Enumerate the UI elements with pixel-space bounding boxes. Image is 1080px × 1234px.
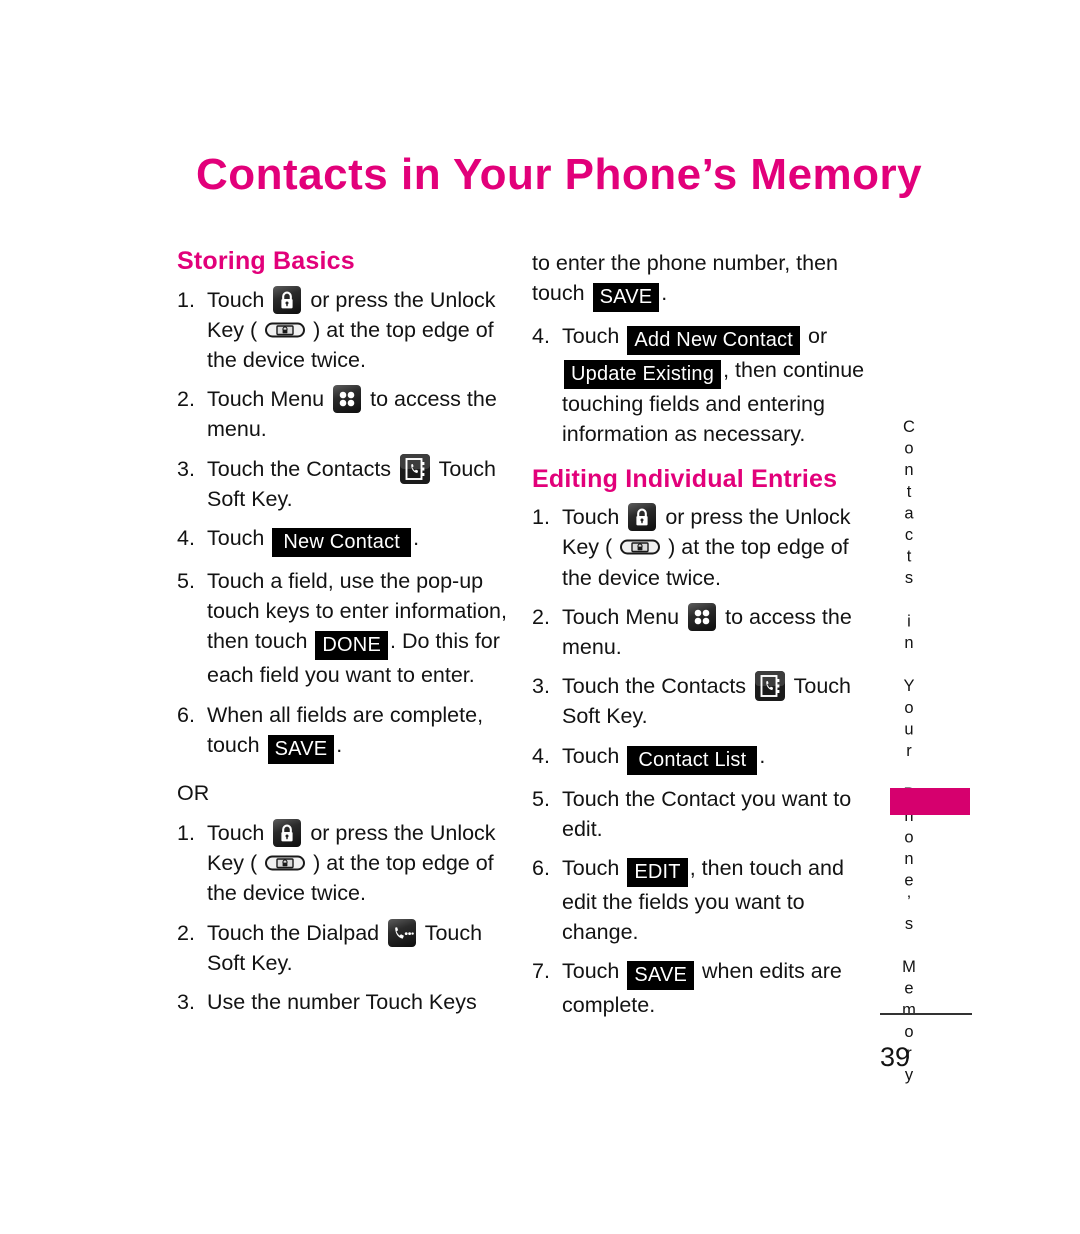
step-number: 1. bbox=[177, 287, 195, 312]
step-text: Touch the Contact you want to edit. bbox=[562, 786, 852, 841]
step-text: Touch Menu bbox=[207, 387, 325, 412]
dialpad-icon bbox=[388, 918, 417, 947]
step-item: 1. Touch or press the Unlock Key () at … bbox=[177, 818, 507, 909]
step-text: Touch the Contacts bbox=[562, 674, 747, 699]
contacts-icon bbox=[755, 671, 786, 702]
step-text: When all fields are complete, touch bbox=[207, 702, 484, 757]
key-label-update-existing[interactable]: Update Existing bbox=[564, 360, 722, 390]
step-number: 2. bbox=[177, 387, 195, 412]
menu-grid-icon bbox=[333, 385, 362, 414]
step-item: 6. When all fields are complete, touch S… bbox=[177, 700, 507, 764]
page-number: 39 bbox=[880, 1042, 911, 1072]
step-number: 3. bbox=[177, 456, 195, 481]
page-title: Contacts in Your Phone’s Memory bbox=[196, 150, 923, 199]
step-item: 7. Touch SAVE when edits are complete. bbox=[532, 956, 877, 1020]
step-text: Touch bbox=[562, 959, 620, 984]
step-item: 5. Touch a field, use the pop-up touch k… bbox=[177, 566, 507, 691]
step-item: 4. Touch New Contact. bbox=[177, 523, 507, 557]
step-item: 3. Touch the Contacts Touch Soft Key. bbox=[532, 671, 877, 731]
step-item: 6. Touch EDIT, then touch and edit the f… bbox=[532, 853, 877, 947]
step-item: 2. Touch Menu to access the menu. bbox=[532, 602, 877, 662]
step-number: 6. bbox=[532, 855, 550, 880]
step-number: 3. bbox=[177, 989, 195, 1014]
step-number: 5. bbox=[177, 568, 195, 593]
step-number: 4. bbox=[532, 324, 550, 349]
right-column: to enter the phone number, then touch SA… bbox=[532, 248, 877, 1030]
step-text: Touch bbox=[562, 324, 620, 349]
step-text: . bbox=[413, 525, 420, 550]
key-label-contact-list[interactable]: Contact List bbox=[627, 745, 758, 775]
step-item: 1. Touch or press the Unlock Key () at … bbox=[532, 502, 877, 593]
step-text: Use the number Touch Keys bbox=[207, 989, 477, 1014]
menu-grid-icon bbox=[688, 602, 717, 631]
contacts-icon bbox=[400, 453, 431, 484]
step-item: 5. Touch the Contact you want to edit. bbox=[532, 784, 877, 844]
step-text: Touch bbox=[207, 287, 265, 312]
step-item: 4. Touch Add New Contact or Update Exist… bbox=[532, 321, 877, 449]
step-number: 7. bbox=[532, 959, 550, 984]
step-text: Touch bbox=[562, 505, 620, 530]
footer-divider bbox=[880, 1013, 972, 1015]
section-heading-editing-individual-entries: Editing Individual Entries bbox=[532, 464, 838, 493]
step-item: 3. Touch the Contacts Touch Soft Key. bbox=[177, 453, 507, 514]
step-text: Touch the Contacts bbox=[207, 456, 392, 481]
side-tab-marker bbox=[890, 788, 970, 815]
step-item: 4. Touch Contact List. bbox=[532, 741, 877, 775]
unlock-key-icon bbox=[265, 853, 306, 873]
step-text: or bbox=[807, 324, 828, 349]
step-text: Touch bbox=[207, 525, 265, 550]
step-item: 3. Use the number Touch Keys bbox=[177, 987, 507, 1017]
unlock-key-icon bbox=[265, 320, 306, 340]
step-number: 5. bbox=[532, 786, 550, 811]
step-text: . bbox=[759, 743, 766, 768]
lock-icon bbox=[273, 818, 302, 847]
step-text: Touch bbox=[562, 743, 620, 768]
step-text: Touch Menu bbox=[562, 604, 680, 629]
step-text: . bbox=[336, 732, 343, 757]
key-label-save[interactable]: SAVE bbox=[592, 283, 660, 313]
lock-icon bbox=[273, 285, 302, 314]
key-label-done[interactable]: DONE bbox=[315, 631, 388, 661]
step-item: 2. Touch Menu to access the menu. bbox=[177, 384, 507, 444]
key-label-new-contact[interactable]: New Contact bbox=[272, 527, 412, 557]
unlock-key-icon bbox=[620, 537, 661, 557]
step-text: to enter the phone number, then touch bbox=[532, 251, 839, 306]
lock-icon bbox=[628, 503, 657, 532]
step-number: 2. bbox=[177, 920, 195, 945]
step-number: 4. bbox=[177, 525, 195, 550]
step-number: 2. bbox=[532, 604, 550, 629]
step-number: 1. bbox=[532, 505, 550, 530]
step-text: . bbox=[661, 281, 668, 306]
key-label-save[interactable]: SAVE bbox=[267, 734, 335, 764]
step-item: 1. Touch or press the Unlock Key () at … bbox=[177, 285, 507, 376]
step-number: 4. bbox=[532, 743, 550, 768]
key-label-add-new-contact[interactable]: Add New Contact bbox=[627, 326, 800, 356]
section-heading-storing-basics: Storing Basics bbox=[177, 247, 355, 275]
continuation-text: to enter the phone number, then touch SA… bbox=[532, 248, 877, 313]
side-tab-label: Contacts in Your Phone’s Memory bbox=[900, 418, 918, 1088]
manual-page: Contacts in Your Phone’s Memory Storing … bbox=[0, 0, 1080, 1234]
key-label-edit[interactable]: EDIT bbox=[627, 857, 688, 887]
step-number: 1. bbox=[177, 820, 195, 845]
left-column: Storing Basics 1. Touch or press the Unl… bbox=[177, 247, 507, 1026]
step-number: 6. bbox=[177, 702, 195, 727]
step-text: Touch the Dialpad bbox=[207, 920, 380, 945]
step-item: 2. Touch the Dialpad Touch Soft Key. bbox=[177, 918, 507, 978]
step-text: Touch bbox=[207, 820, 265, 845]
key-label-save[interactable]: SAVE bbox=[627, 961, 695, 991]
step-text: Touch bbox=[562, 855, 620, 880]
alternative-label: OR bbox=[177, 780, 210, 805]
step-number: 3. bbox=[532, 674, 550, 699]
